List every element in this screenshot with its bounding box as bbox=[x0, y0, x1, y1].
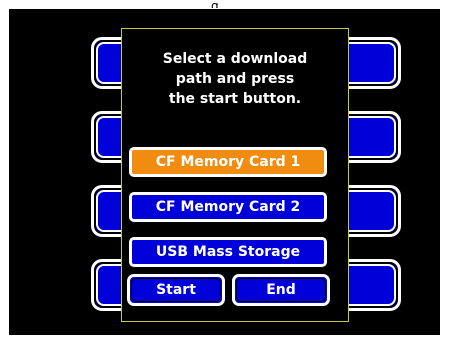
cf-memory-card-2-button[interactable]: CF Memory Card 2 bbox=[129, 192, 327, 222]
dialog-message: Select a download path and press the sta… bbox=[122, 49, 348, 109]
dialog-message-line: Select a download bbox=[162, 51, 308, 67]
start-button[interactable]: Start bbox=[127, 274, 225, 306]
top-text-fragment: g bbox=[211, 0, 219, 8]
dialog-message-line: path and press bbox=[175, 71, 295, 87]
dialog-message-line: the start button. bbox=[168, 91, 302, 107]
end-button[interactable]: End bbox=[232, 274, 330, 306]
cf-memory-card-1-button[interactable]: CF Memory Card 1 bbox=[129, 147, 327, 177]
download-path-dialog: Select a download path and press the sta… bbox=[121, 28, 349, 322]
usb-mass-storage-button[interactable]: USB Mass Storage bbox=[129, 237, 327, 267]
device-screen: Select a download path and press the sta… bbox=[9, 9, 440, 335]
